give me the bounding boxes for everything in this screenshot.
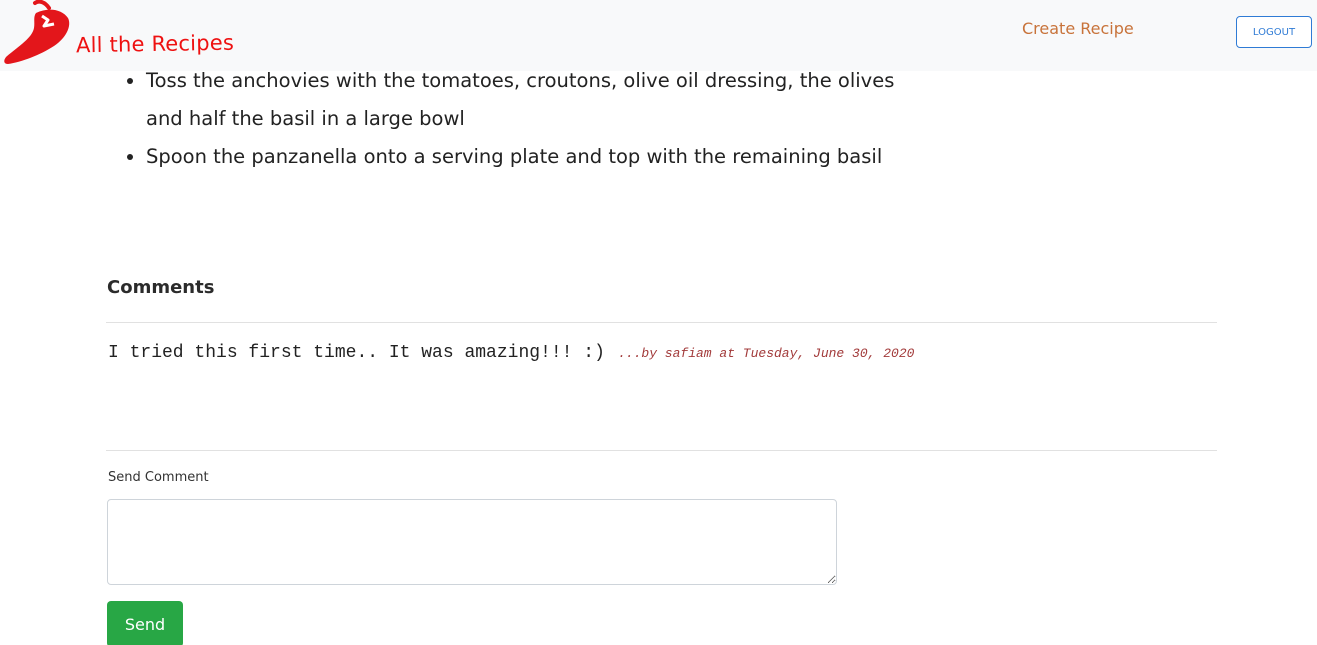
- send-comment-label: Send Comment: [108, 470, 209, 485]
- comment-textarea[interactable]: [107, 499, 837, 585]
- divider: [106, 450, 1217, 451]
- recipe-page: All the Recipes Create Recipe LOGOUT Tos…: [0, 0, 1317, 645]
- create-recipe-link[interactable]: Create Recipe: [1022, 19, 1134, 38]
- comment-meta: ...by safiam at Tuesday, June 30, 2020: [617, 346, 915, 361]
- chili-pepper-icon[interactable]: [2, 0, 72, 66]
- instruction-step: Spoon the panzanella onto a serving plat…: [146, 138, 926, 176]
- logout-button[interactable]: LOGOUT: [1236, 16, 1312, 48]
- navbar: All the Recipes Create Recipe LOGOUT: [0, 0, 1317, 71]
- comment-text: I tried this first time.. It was amazing…: [108, 343, 605, 363]
- brand-name[interactable]: All the Recipes: [76, 31, 234, 58]
- comments-heading: Comments: [107, 277, 215, 298]
- divider: [106, 322, 1217, 323]
- instructions-list: Toss the anchovies with the tomatoes, cr…: [120, 62, 926, 176]
- send-button[interactable]: Send: [107, 601, 183, 645]
- instruction-step: Toss the anchovies with the tomatoes, cr…: [146, 62, 926, 138]
- comment-item: I tried this first time.. It was amazing…: [108, 342, 914, 363]
